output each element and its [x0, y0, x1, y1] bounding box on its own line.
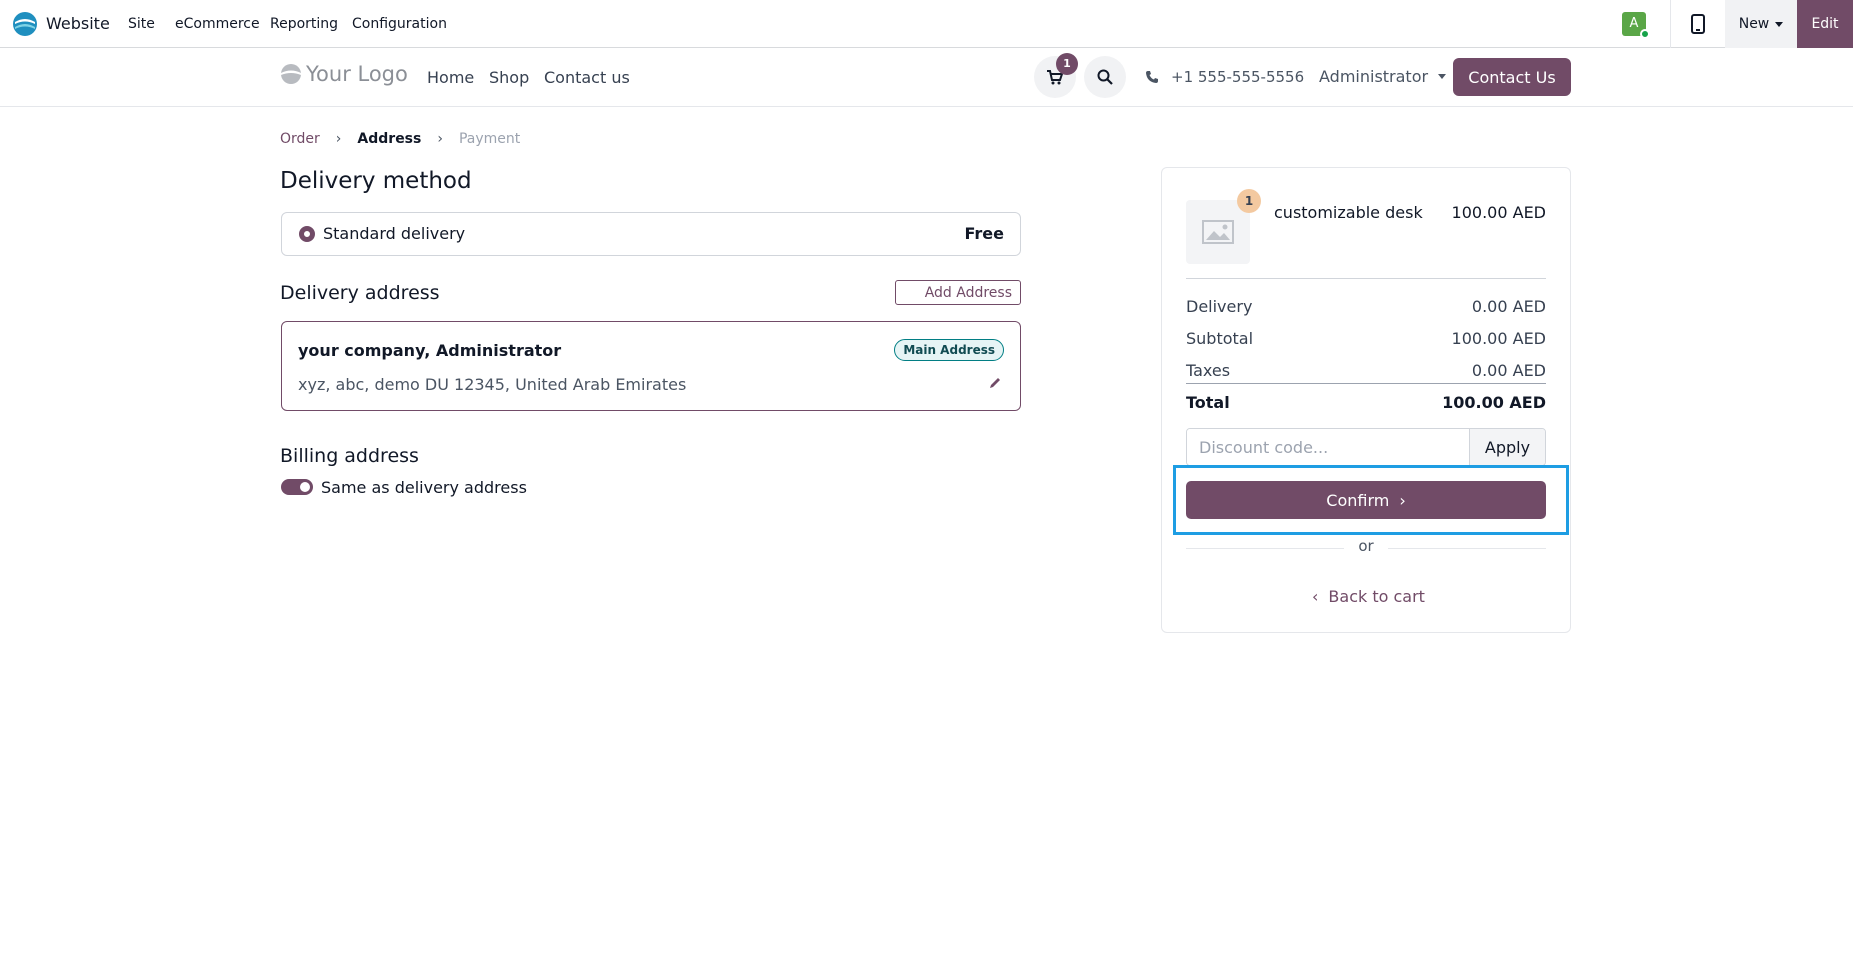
delivery-method-title: Delivery method	[280, 168, 472, 194]
edit-address-pencil-icon[interactable]	[988, 375, 1002, 394]
total-row: Total 100.00 AED	[1186, 393, 1546, 412]
total-label: Total	[1186, 393, 1230, 412]
product-quantity-badge: 1	[1237, 189, 1261, 213]
delivery-radio[interactable]	[299, 226, 315, 242]
toggle-knob	[300, 482, 310, 492]
site-logo[interactable]: Your Logo	[280, 62, 408, 86]
divider	[1186, 383, 1546, 384]
back-to-cart-label: Back to cart	[1328, 587, 1425, 606]
new-button-label: New	[1738, 16, 1770, 32]
apply-discount-button[interactable]: Apply	[1469, 429, 1545, 465]
chevron-left-icon: ‹	[1312, 587, 1319, 606]
total-value: 100.00 AED	[1442, 393, 1546, 412]
subtotal-value: 100.00 AED	[1451, 329, 1546, 348]
image-placeholder-icon	[1202, 220, 1234, 244]
website-header: Your Logo Home Shop Contact us	[0, 48, 1853, 107]
chevron-down-icon	[1775, 21, 1784, 27]
chevron-right-icon: ›	[1399, 490, 1406, 510]
checkout-breadcrumb: Order › Address › Payment	[280, 131, 520, 147]
add-address-button[interactable]: Add Address	[895, 280, 1021, 305]
taxes-value: 0.00 AED	[1471, 361, 1546, 380]
address-name: your company, Administrator	[298, 341, 562, 360]
header-phone[interactable]: +1 555-555-5556	[1145, 68, 1304, 86]
taxes-row: Taxes 0.00 AED	[1186, 361, 1546, 380]
back-to-cart-link[interactable]: ‹ Back to cart	[1312, 587, 1425, 606]
confirm-button[interactable]: Confirm ›	[1186, 481, 1546, 519]
search-icon	[1097, 69, 1113, 85]
search-button[interactable]	[1084, 56, 1126, 98]
discount-group: Apply	[1186, 428, 1546, 466]
same-as-delivery-label[interactable]: Same as delivery address	[321, 478, 527, 497]
delivery-row: Delivery 0.00 AED	[1186, 297, 1546, 316]
chevron-right-icon: ›	[437, 131, 443, 147]
divider	[1186, 278, 1546, 279]
cart-count-badge: 1	[1056, 53, 1078, 75]
confirm-label: Confirm	[1326, 490, 1390, 510]
new-content-button[interactable]: New	[1725, 0, 1797, 48]
billing-address-title: Billing address	[280, 445, 419, 467]
nav-contact-us[interactable]: Contact us	[544, 68, 630, 87]
breadcrumb-address: Address	[357, 131, 422, 147]
mobile-phone-icon	[1691, 14, 1705, 34]
product-name[interactable]: customizable desk	[1274, 203, 1423, 222]
product-price: 100.00 AED	[1451, 203, 1546, 222]
address-details: xyz, abc, demo DU 12345, United Arab Emi…	[298, 375, 687, 394]
order-summary-card: 1 customizable desk 100.00 AED Delivery …	[1161, 167, 1571, 633]
same-as-delivery-toggle[interactable]	[281, 479, 313, 495]
menu-site[interactable]: Site	[128, 16, 155, 32]
user-menu[interactable]: Administrator	[1319, 67, 1447, 86]
delivery-method-label: Standard delivery	[323, 224, 466, 243]
delivery-label: Delivery	[1186, 297, 1253, 316]
edit-button[interactable]: Edit	[1797, 0, 1853, 48]
menu-ecommerce[interactable]: eCommerce	[175, 16, 260, 32]
website-app-icon[interactable]	[12, 11, 38, 37]
online-status-dot	[1640, 29, 1650, 39]
subtotal-row: Subtotal 100.00 AED	[1186, 329, 1546, 348]
menu-configuration[interactable]: Configuration	[352, 16, 447, 32]
contact-us-button[interactable]: Contact Us	[1453, 58, 1571, 96]
nav-home[interactable]: Home	[427, 68, 474, 87]
phone-icon	[1146, 71, 1158, 83]
main-address-badge: Main Address	[894, 339, 1004, 361]
delivery-address-title: Delivery address	[280, 282, 440, 304]
delivery-method-price: Free	[964, 224, 1005, 243]
discount-code-input[interactable]	[1187, 429, 1469, 465]
chevron-right-icon: ›	[335, 131, 342, 147]
logo-text: Your Logo	[306, 62, 408, 86]
user-name: Administrator	[1319, 67, 1429, 86]
taxes-label: Taxes	[1186, 361, 1231, 380]
address-card[interactable]: your company, Administrator Main Address…	[281, 321, 1021, 411]
nav-shop[interactable]: Shop	[489, 68, 529, 87]
app-name[interactable]: Website	[46, 14, 110, 33]
phone-number: +1 555-555-5556	[1171, 68, 1305, 86]
delivery-value: 0.00 AED	[1471, 297, 1546, 316]
or-label: or	[1344, 537, 1388, 555]
logo-mark-icon	[281, 64, 301, 84]
subtotal-label: Subtotal	[1186, 329, 1254, 348]
menu-reporting[interactable]: Reporting	[270, 16, 338, 32]
delivery-method-option[interactable]: Standard delivery Free	[281, 212, 1021, 256]
chevron-down-icon	[1438, 74, 1447, 79]
mobile-preview-button[interactable]	[1670, 0, 1726, 48]
breadcrumb-order[interactable]: Order	[280, 131, 320, 147]
breadcrumb-payment: Payment	[458, 131, 521, 147]
backend-navbar: Website Site eCommerce Reporting Configu…	[0, 0, 1853, 48]
